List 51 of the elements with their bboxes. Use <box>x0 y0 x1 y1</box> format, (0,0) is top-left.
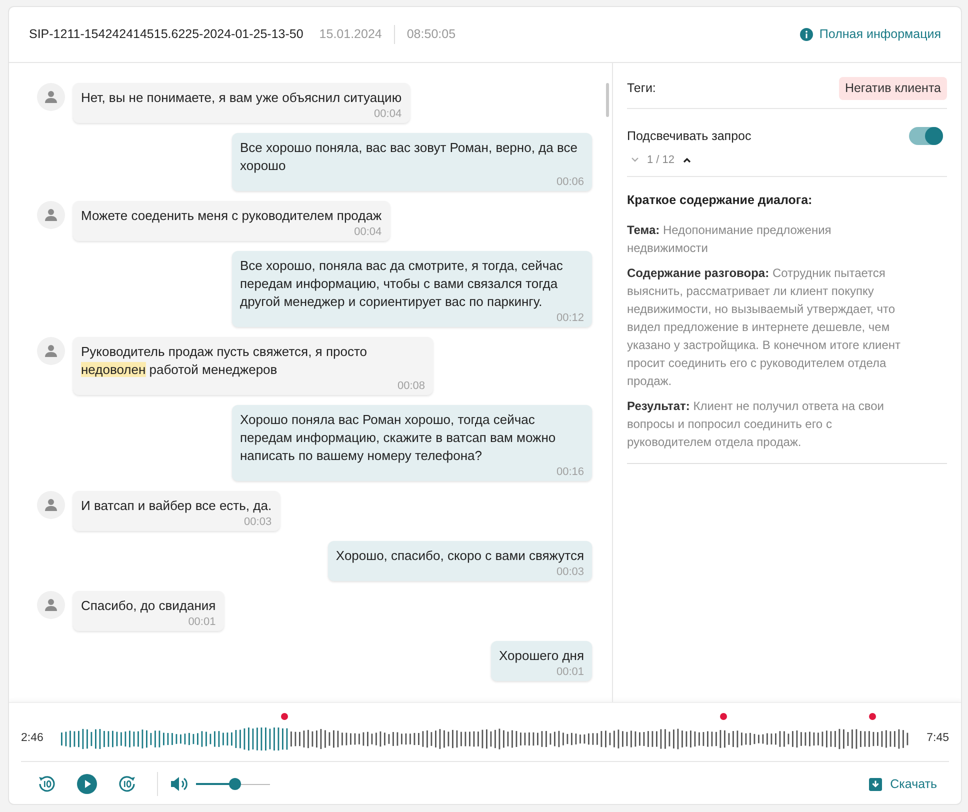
download-button[interactable]: Скачать <box>869 774 937 794</box>
full-info-link[interactable]: Полная информация <box>800 25 941 44</box>
volume-slider[interactable] <box>196 778 270 790</box>
message-text: Можете соеденить меня с руководителем продаж <box>81 207 382 225</box>
call-date: 15.01.2024 <box>319 25 395 44</box>
message-time: 00:04 <box>354 225 382 239</box>
message-text: Руководитель продаж пусть свяжется, я просто недоволен работой менеджеров <box>81 343 368 379</box>
message-text: Нет, вы не понимаете, я вам уже объяснил ситуацию <box>81 89 402 107</box>
highlight-toggle[interactable] <box>909 127 943 146</box>
avatar-icon <box>37 83 65 111</box>
rewind-icon[interactable] <box>37 774 57 794</box>
tags-label: Теги: <box>627 80 656 97</box>
message-time: 00:06 <box>556 175 584 189</box>
current-time: 2:46 <box>21 731 44 746</box>
avatar-icon <box>37 491 65 519</box>
message-text: Хорошо, спасибо, скоро с вами свяжутся <box>336 547 584 565</box>
message-text: Все хорошо поняла, вас вас зовут Роман, верно, да все хорошо <box>240 139 578 175</box>
call-id: SIP-1211-154242414515.6225-2024-01-25-13-50 <box>29 26 304 44</box>
scrollbar[interactable] <box>606 83 609 117</box>
summary-title: Краткое содержание диалога: <box>627 192 814 209</box>
message-time: 00:03 <box>244 515 272 529</box>
message-text: И ватсап и вайбер все есть, да. <box>81 497 272 515</box>
message-time: 00:03 <box>556 565 584 579</box>
waveform[interactable] <box>59 725 911 753</box>
message-time: 00:16 <box>556 465 584 479</box>
message-text: Хорошего дня <box>499 647 584 665</box>
play-icon[interactable] <box>77 774 97 794</box>
forward-icon[interactable] <box>117 774 137 794</box>
message-text: Хорошо поняла вас Роман хорошо, тогда сейчас передам информацию, скажите в ватсап вам можно написать по вашему номеру телефона? <box>240 411 557 465</box>
message-time: 00:01 <box>188 615 216 629</box>
summary-paragraph: Результат: Клиент не получил ответа на свои вопросы и попросил соединить его с руководителем отдела продаж. <box>627 398 885 451</box>
match-counter: 1 / 12 <box>647 152 675 168</box>
chevron-up-icon[interactable] <box>682 156 691 163</box>
total-time: 7:45 <box>926 731 949 746</box>
call-time: 08:50:05 <box>406 26 456 44</box>
avatar-icon <box>37 201 65 229</box>
avatar-icon <box>37 591 65 619</box>
message-time: 00:01 <box>556 665 584 679</box>
message-time: 00:04 <box>374 107 402 121</box>
info-icon <box>800 28 814 41</box>
summary-paragraph: Тема: Недопонимание предложения недвижимости <box>627 222 832 257</box>
message-text: Все хорошо, поняла вас да смотрите, я тогда, сейчас передам информацию, чтобы с вами связался тогда другой менеджер и сориентирует вас по паркингу. <box>240 257 564 311</box>
highlight-label: Подсвечивать запрос <box>627 128 752 145</box>
message-time: 00:12 <box>556 311 584 325</box>
volume-icon[interactable] <box>170 776 188 792</box>
avatar-icon <box>37 337 65 365</box>
message-time: 00:08 <box>397 379 425 393</box>
summary-paragraph: Содержание разговора: Сотрудник пытается выяснить, рассматривает ли клиент покупку недвижимости, но вызываемый утверждает, что видел предложение в интернете дешевле, чем указано у застройщика. В конечном итоге клиент просит соединить его с руководителем отдела продаж. <box>627 264 902 390</box>
download-icon <box>869 778 882 790</box>
message-text: Спасибо, до свидания <box>81 597 216 615</box>
tag: Негатив клиента <box>838 77 947 100</box>
